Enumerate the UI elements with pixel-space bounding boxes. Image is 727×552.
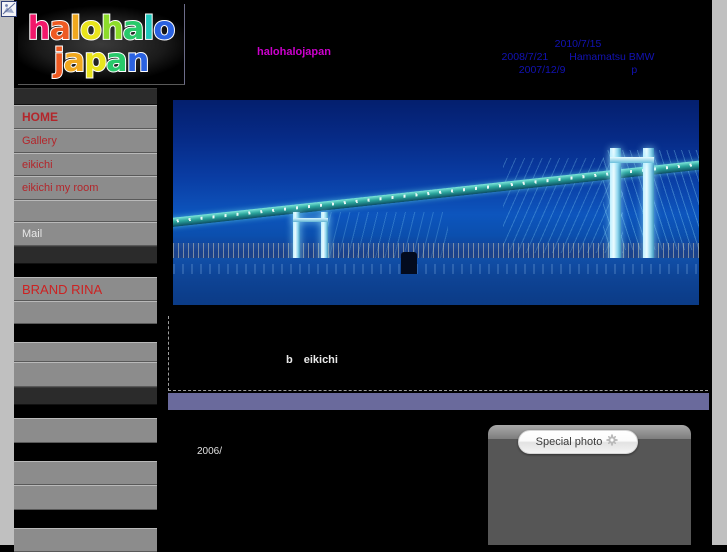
- sidebar-item-spacer-7: [14, 246, 157, 264]
- news-line-2: 2008/7/21 Hamamatsu BMW: [501, 51, 655, 63]
- bridge-night-photo: [173, 100, 699, 305]
- sidebar-item-spacer-19: [14, 485, 157, 510]
- special-photo-button[interactable]: Special photo: [518, 430, 638, 454]
- sidebar-item-spacer-18: [14, 461, 157, 485]
- sidebar-item-spacer-8: [14, 264, 157, 277]
- sidebar-item-spacer-14: [14, 387, 157, 405]
- news-line-3: 2007/12/9 p: [518, 64, 638, 76]
- logo-line-1: halohalo: [27, 9, 177, 47]
- article-text: b eikichi: [286, 354, 338, 366]
- hero-photo[interactable]: [173, 100, 699, 305]
- sidebar-item-label: BRAND RINA: [22, 281, 103, 297]
- sidebar-item-label: Mail: [22, 228, 43, 240]
- special-photo-label: Special photo: [535, 436, 603, 448]
- sidebar-item-spacer-0: [14, 88, 157, 105]
- sidebar-item-spacer-12: [14, 342, 157, 362]
- sidebar-item-gallery[interactable]: Gallery: [14, 129, 157, 153]
- sidebar-item-spacer-13: [14, 362, 157, 387]
- sparkle-icon: [604, 432, 620, 453]
- sidebar-item-label: eikichi: [22, 158, 53, 171]
- sidebar-item-brand-rina[interactable]: BRAND RINA: [14, 277, 157, 301]
- sidebar-item-spacer-15: [14, 405, 157, 418]
- right-margin-strip: [712, 0, 727, 545]
- year-label: 2006/: [197, 446, 223, 457]
- left-margin-strip: [0, 0, 14, 545]
- sidebar-item-mail[interactable]: Mail: [14, 222, 157, 246]
- broken-image-icon: [1, 1, 17, 17]
- boat-silhouette: [401, 252, 417, 274]
- site-title-text: halohalojapan: [257, 46, 331, 58]
- sidebar-item-label: Gallery: [22, 135, 57, 147]
- bridge-tower-left-crossbeam: [293, 218, 328, 222]
- sidebar-item-label: eikichi my room: [22, 182, 99, 194]
- sidebar-item-label: HOME: [22, 110, 58, 124]
- section-divider-bar: [168, 393, 709, 410]
- main-content: b eikichi 2006/ Special photo: [157, 88, 712, 545]
- sidebar-item-spacer-16: [14, 418, 157, 443]
- sidebar-item-eikichi-my-room[interactable]: eikichi my room: [14, 176, 157, 200]
- water-surface: [173, 258, 699, 305]
- page-root: halohalo japan halohalojapan 2010/7/15 2…: [0, 0, 727, 552]
- sidebar-nav: HOME Gallery eikichi eikichi my room Mail BRA…: [14, 88, 157, 552]
- news-line-1: 2010/7/15: [554, 38, 602, 50]
- panel-body: [488, 439, 691, 545]
- header-news-list: 2010/7/15 2008/7/21 Hamamatsu BMW 2007/1…: [444, 38, 712, 77]
- sidebar-item-spacer-17: [14, 443, 157, 461]
- article-box: b eikichi: [168, 316, 708, 391]
- site-logo[interactable]: halohalo japan: [18, 4, 185, 85]
- logo-line-2: japan: [53, 41, 151, 79]
- sidebar-item-home[interactable]: HOME: [14, 105, 157, 129]
- sidebar-item-spacer-11: [14, 324, 157, 342]
- site-header: halohalo japan halohalojapan 2010/7/15 2…: [14, 0, 712, 88]
- sidebar-item-spacer-20: [14, 510, 157, 528]
- bridge-tower-right-crossbeam: [610, 157, 654, 163]
- sidebar-item-spacer-10: [14, 301, 157, 324]
- sidebar-item-eikichi[interactable]: eikichi: [14, 153, 157, 176]
- sidebar-item-spacer-5: [14, 200, 157, 222]
- sidebar-item-spacer-21: [14, 528, 157, 552]
